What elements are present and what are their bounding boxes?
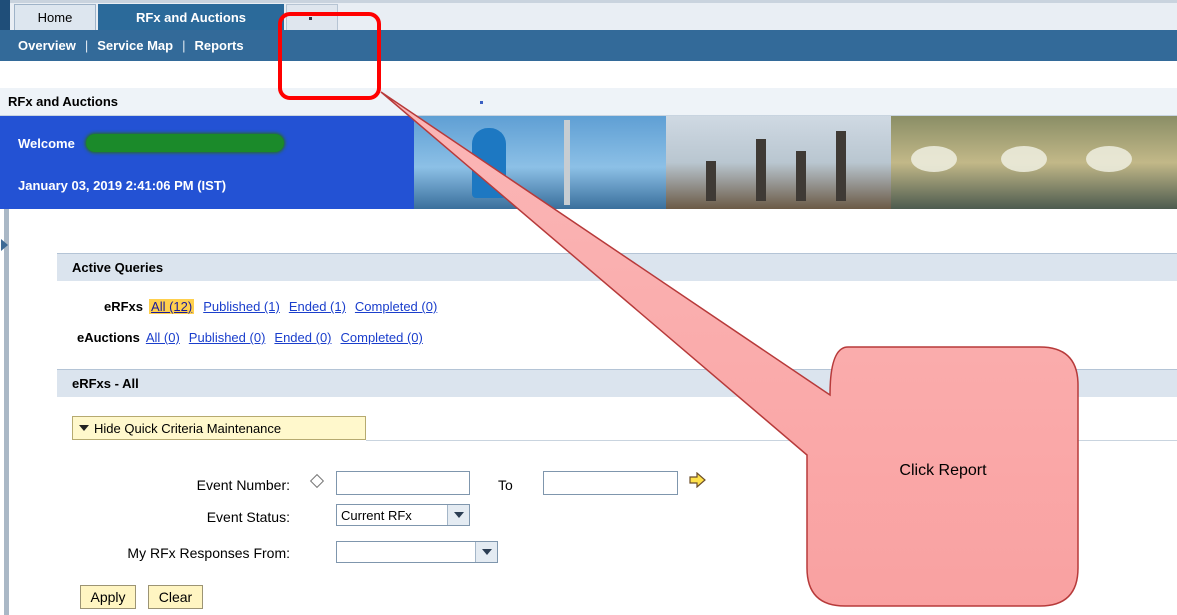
- erfxs-list-header: eRFxs - All: [57, 369, 1177, 397]
- event-number-label: Event Number:: [196, 477, 290, 493]
- photo-plant-interior: [891, 116, 1177, 209]
- event-status-select[interactable]: Current RFx: [336, 504, 470, 526]
- chevron-down-icon[interactable]: [475, 542, 497, 562]
- worker-figure: [472, 128, 506, 198]
- mast-shape: [564, 120, 570, 205]
- erfxs-all-link[interactable]: All (12): [149, 299, 195, 314]
- eauctions-all-link[interactable]: All (0): [146, 330, 180, 345]
- photo-offshore-worker: [414, 116, 666, 209]
- erfxs-completed-link[interactable]: Completed (0): [355, 299, 437, 314]
- active-queries-header: Active Queries: [57, 253, 1177, 281]
- eauctions-published-link[interactable]: Published (0): [189, 330, 266, 345]
- welcome-label: Welcome: [18, 136, 75, 151]
- ring-shape: [1001, 146, 1047, 172]
- ring-shape: [1086, 146, 1132, 172]
- welcome-banner: Welcome January 03, 2019 2:41:06 PM (IST…: [0, 116, 414, 209]
- nav-reports[interactable]: Reports: [194, 38, 243, 53]
- eauctions-label: eAuctions: [77, 330, 140, 345]
- page-title: RFx and Auctions: [0, 88, 1177, 116]
- nav-separator: |: [84, 38, 89, 53]
- tower-shape: [796, 151, 806, 201]
- tab-home[interactable]: Home: [14, 4, 96, 30]
- reports-highlight-box: [278, 12, 381, 100]
- responses-from-label: My RFx Responses From:: [127, 545, 290, 561]
- sub-navigation: Overview | Service Map | Reports: [0, 30, 1177, 61]
- tower-shape: [756, 139, 766, 201]
- photo-refinery: [666, 116, 891, 209]
- welcome-datetime: January 03, 2019 2:41:06 PM (IST): [18, 178, 227, 193]
- ring-shape: [911, 146, 957, 172]
- responses-from-select[interactable]: [336, 541, 498, 563]
- nav-overview[interactable]: Overview: [18, 38, 76, 53]
- eauctions-ended-link[interactable]: Ended (0): [274, 330, 331, 345]
- erfxs-label: eRFxs: [104, 299, 144, 314]
- decorative-dot: [480, 101, 483, 104]
- erfxs-published-link[interactable]: Published (1): [203, 299, 280, 314]
- tower-shape: [706, 161, 716, 201]
- clear-button[interactable]: Clear: [148, 585, 203, 609]
- erfxs-ended-link[interactable]: Ended (1): [289, 299, 346, 314]
- event-status-value: Current RFx: [341, 507, 412, 523]
- tower-shape: [836, 131, 846, 201]
- nav-service-map[interactable]: Service Map: [97, 38, 173, 53]
- hide-criteria-label: Hide Quick Criteria Maintenance: [94, 420, 282, 436]
- tab-rfx-and-auctions[interactable]: RFx and Auctions: [98, 4, 284, 30]
- criteria-divider: [366, 440, 1177, 441]
- callout-text: Click Report: [899, 462, 987, 479]
- left-accent-bar: [0, 0, 10, 30]
- erfxs-query-row: eRFxs All (12) Published (1) Ended (1) C…: [104, 299, 446, 314]
- event-number-from-input[interactable]: [336, 471, 470, 495]
- event-number-to-input[interactable]: [543, 471, 678, 495]
- event-status-label: Event Status:: [206, 509, 290, 525]
- nav-separator: |: [182, 38, 186, 53]
- eauctions-query-row: eAuctions All (0) Published (0) Ended (0…: [77, 330, 432, 345]
- to-label: To: [498, 477, 513, 493]
- go-arrow-icon[interactable]: [688, 472, 706, 488]
- chevron-down-icon[interactable]: [447, 505, 469, 525]
- hide-criteria-toggle[interactable]: Hide Quick Criteria Maintenance: [72, 416, 366, 440]
- eauctions-completed-link[interactable]: Completed (0): [341, 330, 423, 345]
- collapse-triangle-icon: [79, 425, 89, 431]
- expand-arrow-icon: [1, 239, 8, 251]
- diamond-icon[interactable]: [309, 473, 325, 489]
- side-collapse-handle[interactable]: [1, 209, 9, 615]
- header-photo-strip: [414, 116, 1177, 209]
- apply-button[interactable]: Apply: [80, 585, 136, 609]
- redacted-username: [86, 134, 284, 152]
